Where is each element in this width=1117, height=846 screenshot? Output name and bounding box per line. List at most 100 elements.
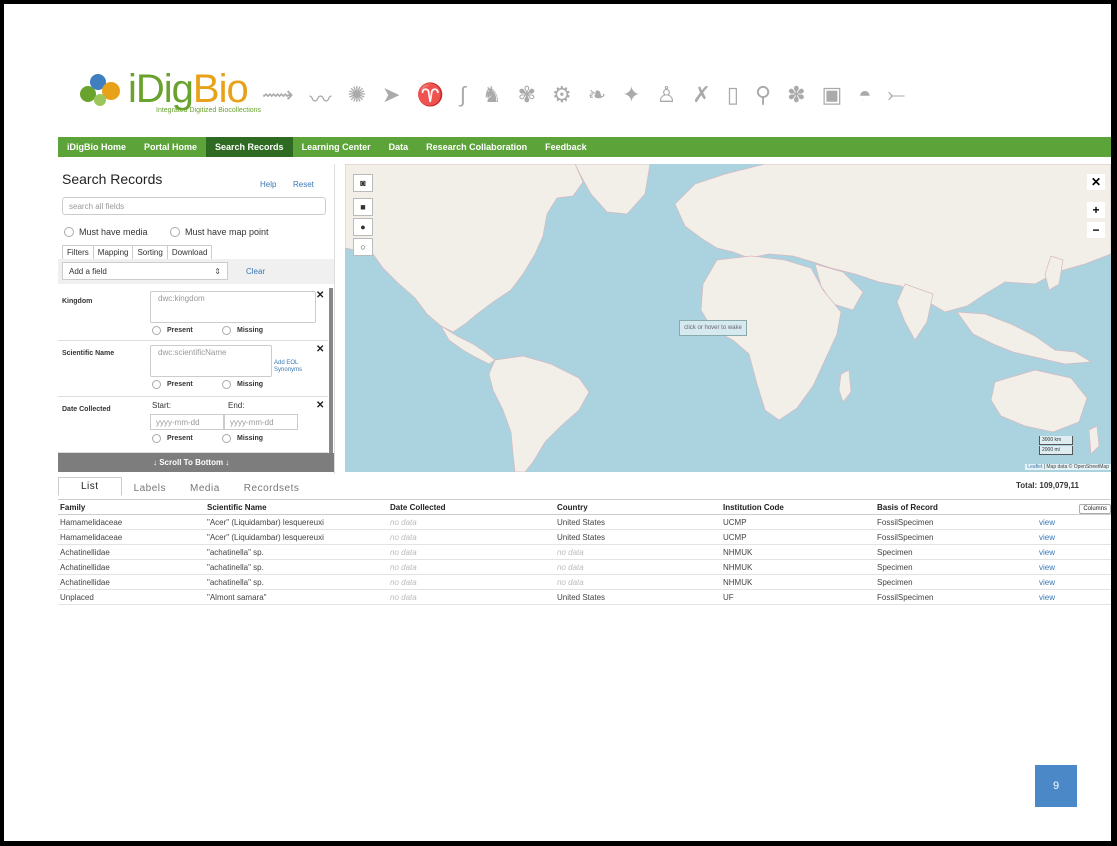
search-all-fields-input[interactable]: search all fields [62,197,326,215]
present-checkbox[interactable]: Present [152,380,193,389]
bird2-icon: ⤚ [887,82,906,107]
view-link[interactable]: view [1037,589,1111,605]
table-row[interactable]: Achatinellidae "achatinella" sp. no data… [58,544,1111,560]
australia-shape [990,369,1088,433]
deer-icon: ♞ [481,82,502,107]
missing-checkbox[interactable]: Missing [222,434,263,443]
col-country[interactable]: Country [555,499,721,515]
dragonfly-icon: ✗ [692,82,711,107]
north-america-shape [345,164,584,333]
nav-research-collaboration[interactable]: Research Collaboration [417,137,536,157]
close-icon[interactable]: ✕ [316,290,324,301]
col-family[interactable]: Family [58,499,205,515]
zoom-out-button[interactable]: − [1087,222,1105,238]
card-icon: ▣ [821,82,843,107]
fullscreen-icon[interactable]: ✕ [1087,174,1105,190]
table-row[interactable]: Unplaced "Almont samara" no data United … [58,589,1111,605]
nav-search-records[interactable]: Search Records [206,137,293,157]
help-link[interactable]: Help [260,180,276,189]
filter-label: Scientific Name [62,350,115,357]
plant-icon: ✽ [787,82,806,107]
col-date-collected[interactable]: Date Collected [388,499,555,515]
present-checkbox[interactable]: Present [152,434,193,443]
view-link[interactable]: view [1037,544,1111,560]
col-institution-code[interactable]: Institution Code [721,499,875,515]
leaflet-link[interactable]: Leaflet [1027,464,1042,470]
filter-date-collected: Date Collected Start: End: ✕ yyyy-mm-dd … [58,398,328,453]
table-row[interactable]: Hamamelidaceae "Acer" (Liquidambar) lesq… [58,529,1111,545]
table-row[interactable]: Achatinellidae "achatinella" sp. no data… [58,574,1111,590]
nav-data[interactable]: Data [380,137,418,157]
kingdom-input[interactable]: dwc:kingdom [150,291,316,323]
missing-checkbox[interactable]: Missing [222,380,263,389]
idigbio-logo[interactable]: iDigBio Integrated Digitized Biocollecti… [76,68,261,114]
start-date-input[interactable]: yyyy-mm-dd [150,414,224,430]
add-eol-synonyms-link[interactable]: Add EOL Synonyms [274,360,312,374]
map-wake-hint[interactable]: click or hover to wake [679,320,747,336]
brain-icon: ⚙ [552,82,572,107]
greenland-shape [574,164,651,215]
close-icon[interactable]: ✕ [316,400,324,411]
nav-portal-home[interactable]: Portal Home [135,137,206,157]
map-attribution: Leaflet | Map data © OpenStreetMap [1025,464,1111,470]
scale-mi: 2000 mi [1039,446,1073,455]
logo-subtitle: Integrated Digitized Biocollections [156,106,262,114]
nav-idigbio-home[interactable]: iDigBio Home [58,137,135,157]
table-row[interactable]: Achatinellidae "achatinella" sp. no data… [58,559,1111,575]
close-icon[interactable]: ✕ [316,344,324,355]
view-link[interactable]: view [1037,574,1111,590]
col-basis-of-record[interactable]: Basis of Record [875,499,1037,515]
scale-km: 3000 km [1039,436,1073,445]
tab-media[interactable]: Media [178,481,232,496]
tab-recordsets[interactable]: Recordsets [232,481,312,496]
tablet-icon: ▯ [726,82,739,107]
scroll-to-bottom-button[interactable]: ↓ Scroll To Bottom ↓ [58,453,334,472]
clear-link[interactable]: Clear [246,267,265,276]
results-map[interactable]: ◙ ■ ● ○ click or hover to wake ✕ + − 300… [345,164,1111,472]
nav-feedback[interactable]: Feedback [536,137,596,157]
draw-rectangle-icon[interactable]: ■ [353,198,373,216]
total-count: Total: 109,079,11 [1016,481,1079,490]
draw-circle-icon[interactable]: ● [353,218,373,236]
microscope-icon: ⚲ [754,82,772,107]
reset-link[interactable]: Reset [293,180,314,189]
tab-mapping[interactable]: Mapping [92,245,134,260]
select-arrows-icon: ⇕ [214,267,221,276]
madagascar-shape [838,369,852,403]
tab-list[interactable]: List [58,477,122,496]
zoom-in-button[interactable]: + [1087,202,1105,218]
camera-icon[interactable]: ◙ [353,174,373,192]
south-america-shape [488,355,590,472]
bat-icon: 〰 [309,87,332,112]
dna-icon: ∫ [459,82,466,107]
view-link[interactable]: view [1037,514,1111,530]
missing-checkbox[interactable]: Missing [222,326,263,335]
table-row[interactable]: Hamamelidaceae "Acer" (Liquidambar) lesq… [58,514,1111,530]
insect-icon: ✦ [622,82,641,107]
start-label: Start: [152,401,172,410]
must-have-media-checkbox[interactable]: Must have media [64,227,148,237]
view-link[interactable]: view [1037,559,1111,575]
slide: iDigBio Integrated Digitized Biocollecti… [4,4,1111,841]
tab-download[interactable]: Download [166,245,213,260]
present-checkbox[interactable]: Present [152,326,193,335]
draw-polygon-icon[interactable]: ○ [353,238,373,256]
main-nav: iDigBio Home Portal Home Search Records … [58,137,1111,157]
scientific-name-input[interactable]: dwc:scientificName [150,345,272,377]
nav-learning-center[interactable]: Learning Center [293,137,380,157]
columns-button[interactable]: Columns [1079,503,1111,514]
giraffe-icon: ♙ [656,82,677,107]
col-scientific-name[interactable]: Scientific Name [205,499,388,515]
leaf-icon: ✾ [517,82,537,107]
tab-filters[interactable]: Filters [62,245,94,260]
central-america-shape [440,325,496,365]
end-date-input[interactable]: yyyy-mm-dd [224,414,298,430]
add-field-select[interactable]: Add a field ⇕ [62,262,228,280]
filters-scrollbar[interactable] [329,288,333,454]
results-table: Family Scientific Name Date Collected Co… [58,499,1111,605]
must-have-map-point-checkbox[interactable]: Must have map point [170,227,269,237]
filter-label: Date Collected [62,406,111,413]
tab-labels[interactable]: Labels [122,481,178,496]
tab-sorting[interactable]: Sorting [132,245,168,260]
view-link[interactable]: view [1037,529,1111,545]
